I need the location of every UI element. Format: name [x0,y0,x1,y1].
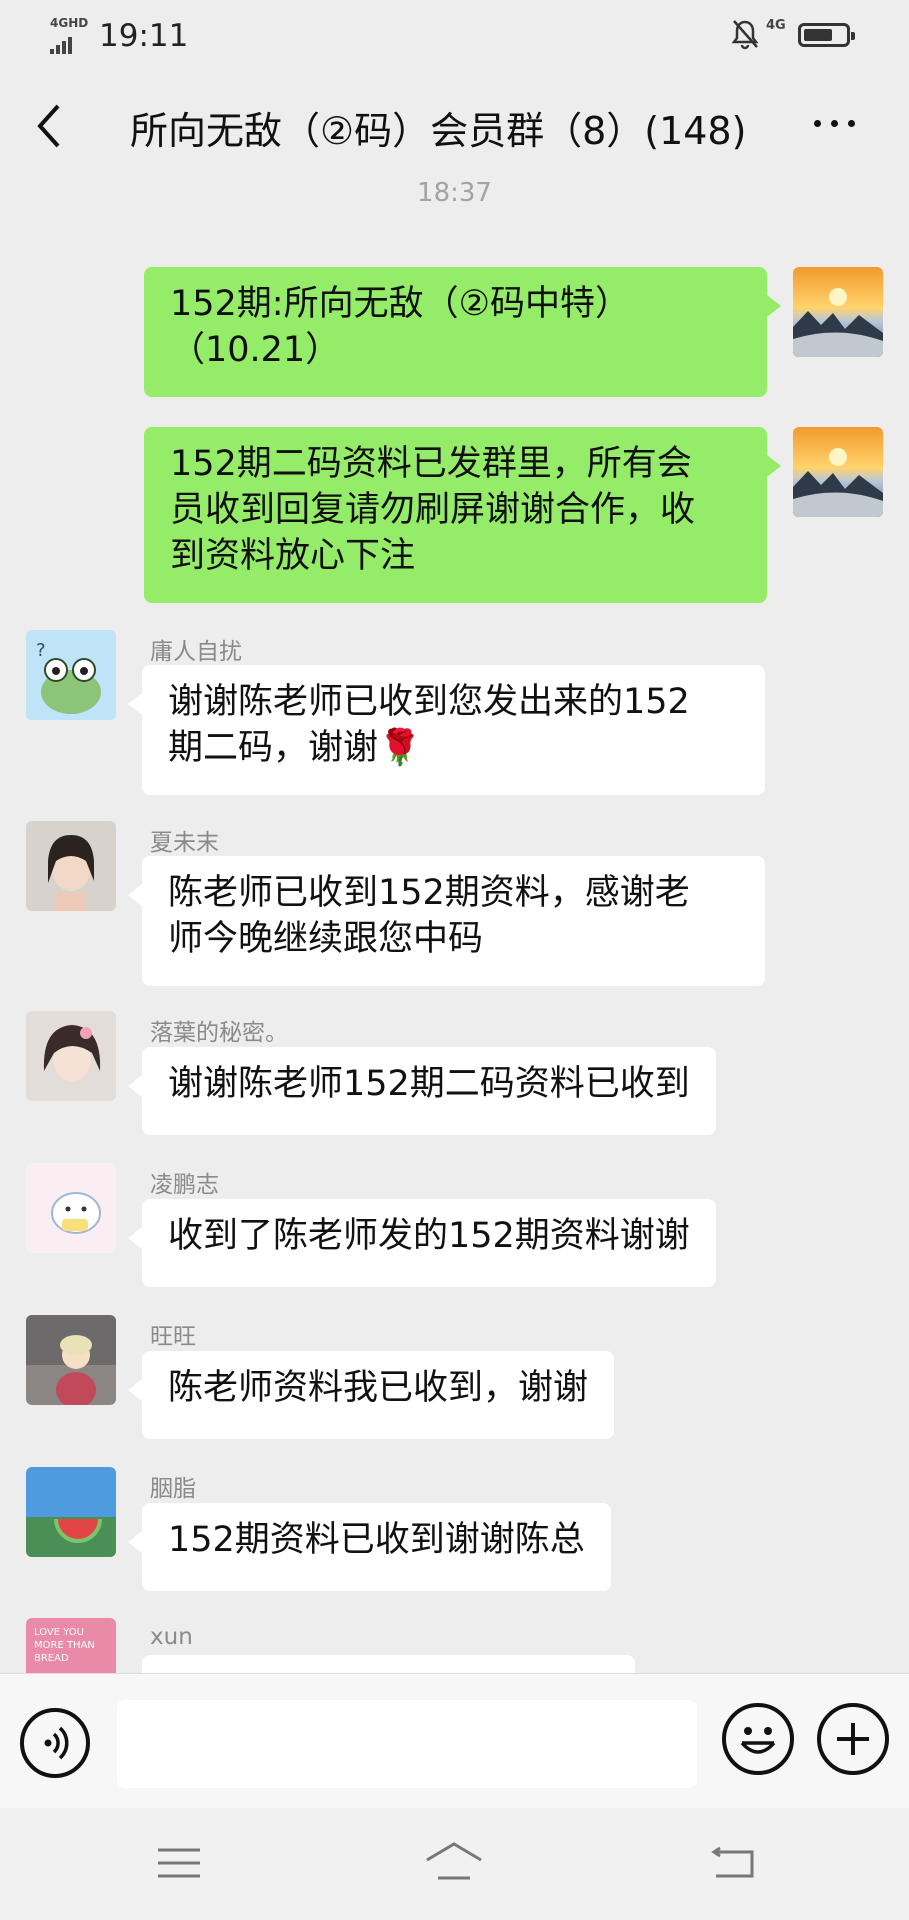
signal-icon: 4GHD [50,16,89,54]
received-message[interactable]: 152期资料已收到谢谢陈总 [128,1503,611,1591]
mute-bell-icon [730,18,760,50]
my-avatar[interactable] [793,267,883,357]
mobile-network-label: 4G [766,18,786,33]
member-avatar[interactable] [26,821,116,911]
network-type: 4GHD [50,16,89,30]
member-avatar[interactable] [26,1011,116,1101]
received-message[interactable]: 谢谢陈老师已收到您发出来的152 期二码，谢谢🌹 [128,665,765,795]
menu-icon[interactable] [150,1838,210,1888]
member-name: 胭脂 [150,1476,196,1502]
plus-icon[interactable] [817,1703,889,1775]
emoji-icon[interactable] [722,1703,794,1775]
sent-message[interactable]: 152期:所向无敌（②码中特） （10.21） [144,267,781,397]
member-name: 夏未末 [150,830,219,856]
member-avatar[interactable]: ? [26,630,116,720]
member-avatar[interactable]: LOVE YOU MORE THAN BREAD [26,1618,116,1673]
svg-text:?: ? [36,640,46,661]
member-name: 庸人自扰 [150,639,242,665]
home-icon[interactable] [424,1838,484,1888]
input-bar [0,1673,909,1809]
chat-title: 所向无敌（②码）会员群（8）(148) [130,109,747,153]
sent-message[interactable]: 152期二码资料已发群里，所有会 员收到回复请勿刷屏谢谢合作，收 到资料放心下注 [144,427,781,603]
member-name: xun [150,1624,193,1650]
received-message[interactable]: 收到了陈老师发的152期资料谢谢 [128,1199,716,1287]
more-dots-icon[interactable] [810,108,860,138]
member-name: 旺旺 [150,1324,196,1350]
my-avatar[interactable] [793,427,883,517]
member-avatar[interactable] [26,1467,116,1557]
status-bar: 4GHD 19:11 4G [0,0,909,70]
status-time: 19:11 [99,18,189,54]
member-name: 凌鹏志 [150,1172,219,1198]
received-message[interactable]: 陈老师已收到152期资料，感谢老 师今晚继续跟您中码 [128,856,765,986]
message-timestamp: 18:37 [417,178,492,208]
received-message[interactable]: 陈老师资料我已收到，谢谢 [127,1351,615,1439]
received-message[interactable]: 谢谢陈老师152期二码资料已收到 [128,1047,716,1135]
chat-header: 所向无敌（②码）会员群（8）(148) [0,70,909,180]
back-nav-icon[interactable] [706,1838,766,1888]
system-nav-bar [0,1808,909,1920]
message-input[interactable] [117,1700,697,1788]
received-message[interactable] [142,1655,635,1673]
back-arrow-icon[interactable] [30,94,70,154]
member-name: 落葉的秘密。 [150,1020,288,1046]
member-avatar[interactable] [26,1315,116,1405]
member-avatar[interactable] [26,1163,116,1253]
voice-icon[interactable] [20,1708,90,1778]
battery-icon [798,23,855,47]
